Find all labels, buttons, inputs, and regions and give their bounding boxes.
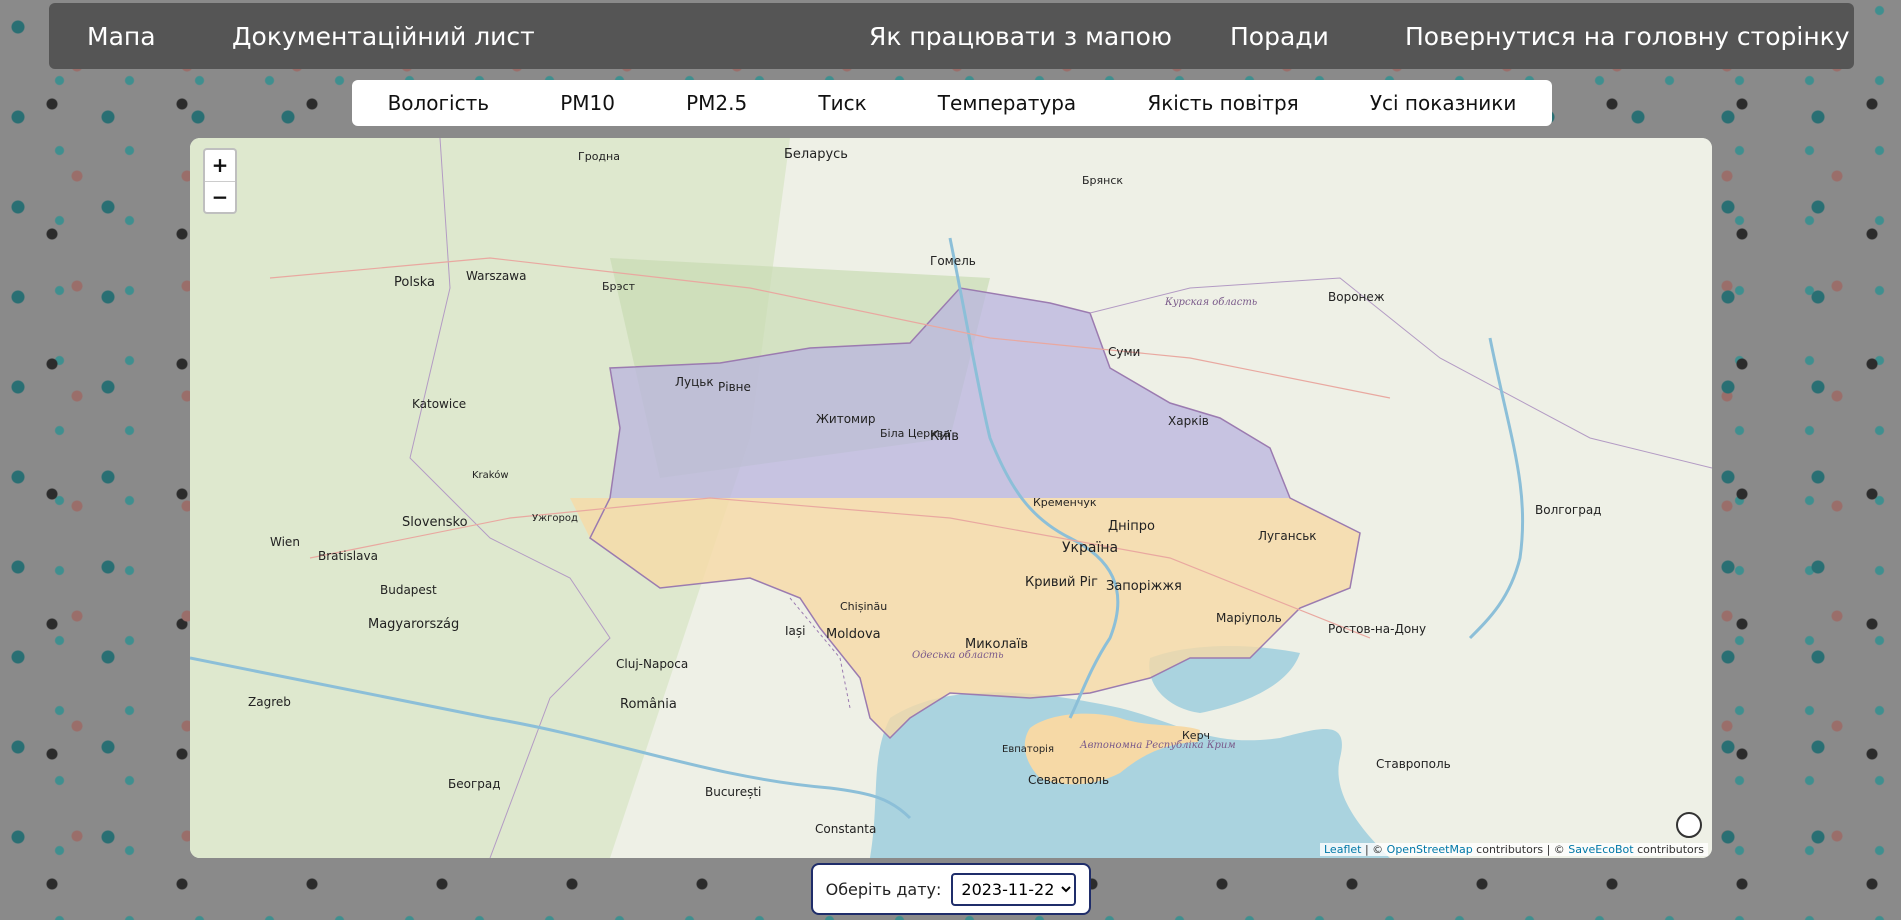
indicator-tabs: Вологість PM10 PM2.5 Тиск Температура Як…: [352, 80, 1552, 126]
map-attribution: Leaflet | © OpenStreetMap contributors |…: [1320, 843, 1708, 856]
top-nav: Мапа Документаційний лист Як працювати з…: [49, 3, 1854, 69]
label-uzhhorod: Ужгород: [532, 513, 578, 524]
zoom-control: + −: [203, 148, 237, 214]
saveecobot-link[interactable]: SaveEcoBot: [1568, 843, 1633, 856]
label-sevastopol: Севастополь: [1028, 773, 1109, 787]
zoom-in-button[interactable]: +: [205, 150, 235, 181]
osm-link[interactable]: OpenStreetMap: [1387, 843, 1473, 856]
label-zhytomyr: Житомир: [816, 412, 876, 426]
label-warszawa: Warszawa: [466, 269, 526, 283]
nav-map-link[interactable]: Мапа: [87, 22, 156, 51]
tab-temperature[interactable]: Температура: [938, 91, 1076, 115]
label-bratislava: Bratislava: [318, 549, 378, 563]
label-evpatoria: Евпаторія: [1002, 743, 1054, 755]
label-hrodna: Гродна: [578, 150, 620, 163]
label-rivne: Рівне: [718, 380, 751, 394]
nav-docs-link[interactable]: Документаційний лист: [232, 22, 535, 51]
zoom-out-button[interactable]: −: [205, 180, 235, 213]
label-polska: Polska: [394, 275, 435, 290]
label-stavropol: Ставрополь: [1376, 757, 1451, 771]
label-cluj: Cluj-Napoca: [616, 657, 688, 671]
label-magyarorszag: Magyarország: [368, 617, 459, 632]
label-gomel: Гомель: [930, 254, 976, 268]
label-volgograd: Волгоград: [1535, 503, 1601, 517]
tab-humidity[interactable]: Вологість: [388, 91, 489, 115]
date-picker-box: Оберіть дату: 2023-11-22: [811, 863, 1091, 915]
label-budapest: Budapest: [380, 583, 437, 597]
label-kryvyi-rih: Кривий Ріг: [1025, 575, 1098, 590]
tab-all-indicators[interactable]: Усі показники: [1370, 91, 1517, 115]
label-bucuresti: București: [705, 785, 761, 799]
label-crimea: Автономна Республіка Крим: [1079, 740, 1236, 751]
label-sumy: Суми: [1108, 345, 1140, 359]
label-krakow: Kraków: [472, 469, 509, 481]
nav-howto-link[interactable]: Як працювати з мапою: [869, 22, 1172, 51]
tab-pressure[interactable]: Тиск: [818, 91, 866, 115]
label-constanta: Constanta: [815, 822, 876, 836]
label-chisinau: Chișinău: [840, 600, 887, 613]
label-bryansk: Брянск: [1082, 174, 1123, 187]
attribution-mid: contributors | ©: [1472, 843, 1569, 856]
label-odesa: Одеська область: [912, 650, 1004, 661]
label-luhansk: Луганськ: [1258, 529, 1317, 543]
leaflet-link[interactable]: Leaflet: [1324, 843, 1361, 856]
label-ukraine: Україна: [1062, 540, 1118, 556]
label-brest: Брэст: [602, 280, 636, 293]
label-zaporizhzhia: Запоріжжя: [1106, 579, 1182, 594]
label-beograd: Београд: [448, 777, 501, 791]
label-iasi: Iași: [785, 624, 805, 638]
attribution-end: contributors: [1633, 843, 1704, 856]
label-belarus: Беларусь: [784, 147, 848, 162]
attribution-sep: | ©: [1361, 843, 1387, 856]
label-moldova: Moldova: [826, 627, 881, 642]
label-slovensko: Slovensko: [402, 515, 468, 530]
date-label: Оберіть дату:: [825, 879, 942, 899]
label-wien: Wien: [270, 535, 300, 549]
map-circle-control[interactable]: [1676, 812, 1702, 838]
label-bila-tserkva: Біла Церква: [880, 427, 950, 440]
tab-air-quality[interactable]: Якість повітря: [1147, 91, 1298, 115]
label-mariupol: Маріуполь: [1216, 611, 1282, 625]
nav-tips-link[interactable]: Поради: [1230, 22, 1329, 51]
label-kharkiv: Харків: [1168, 414, 1209, 428]
label-zagreb: Zagreb: [248, 695, 291, 709]
date-select[interactable]: 2023-11-22: [951, 872, 1077, 906]
label-rostov: Ростов-на-Дону: [1328, 622, 1426, 636]
map-view[interactable]: Київ Житомир Рівне Луцьк Харків Суми Дні…: [190, 138, 1712, 858]
tab-pm10[interactable]: PM10: [560, 91, 615, 115]
label-romania: România: [620, 697, 677, 712]
label-voronezh: Воронеж: [1328, 290, 1385, 304]
nav-home-link[interactable]: Повернутися на головну сторінку: [1405, 22, 1850, 51]
label-katowice: Katowice: [412, 397, 466, 411]
map-canvas: Київ Житомир Рівне Луцьк Харків Суми Дні…: [190, 138, 1712, 858]
tab-pm25[interactable]: PM2.5: [686, 91, 747, 115]
label-dnipro: Дніпро: [1108, 519, 1155, 534]
label-kursk: Курская область: [1164, 297, 1257, 308]
label-kremenchuk: Кременчук: [1033, 496, 1097, 509]
label-lutsk: Луцьк: [675, 375, 714, 389]
